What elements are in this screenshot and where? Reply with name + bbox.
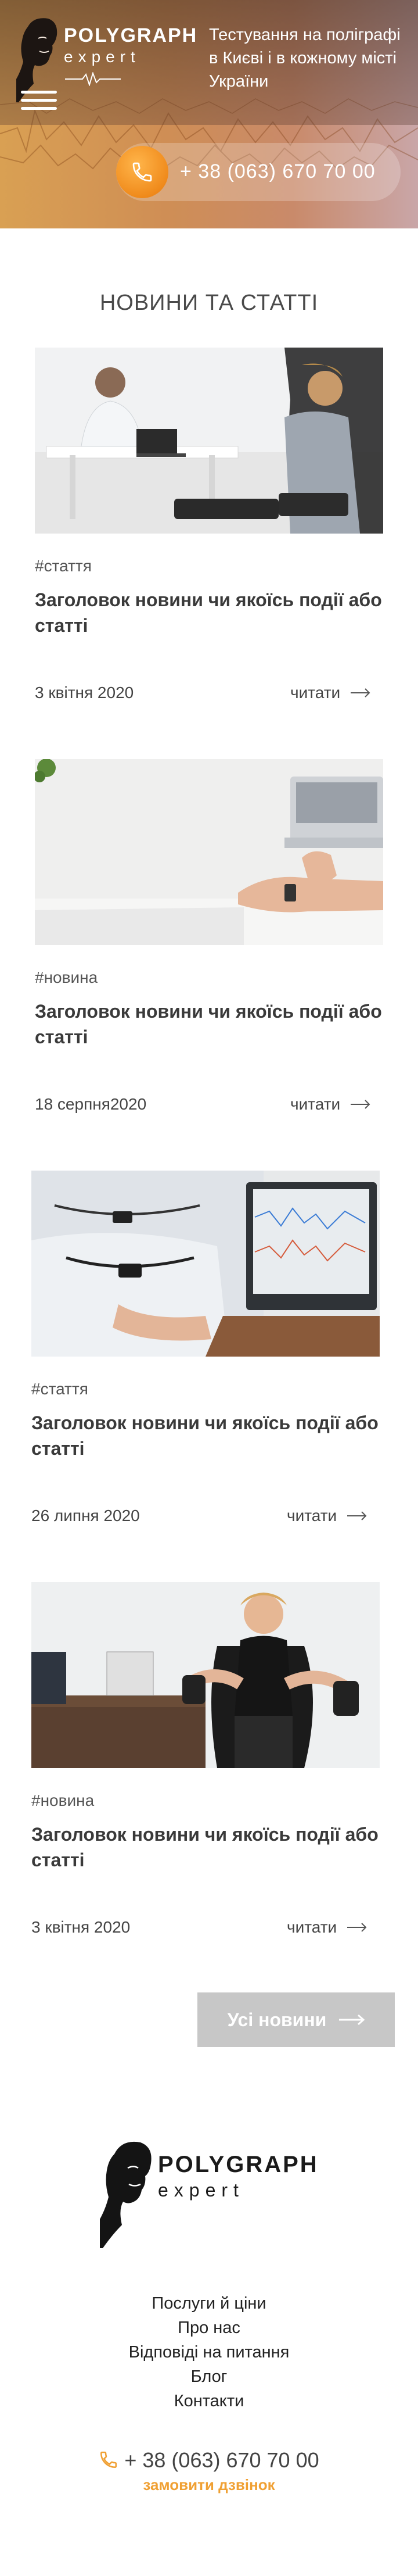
news-tag[interactable]: #новина xyxy=(31,1791,94,1810)
hand-on-desk-image xyxy=(35,759,383,945)
arrow-right-icon xyxy=(339,2014,365,2026)
read-more-link[interactable]: читати xyxy=(290,1095,370,1114)
news-title[interactable]: Заголовок новини чи якоїсь події або ста… xyxy=(35,999,383,1050)
arrow-right-icon xyxy=(351,1100,370,1109)
arrow-right-icon xyxy=(347,1923,367,1932)
footer-nav-services[interactable]: Послуги й ціни xyxy=(0,2291,418,2316)
footer-nav-about[interactable]: Про нас xyxy=(0,2316,418,2340)
callback-link[interactable]: замовити дзвінок xyxy=(0,2476,418,2494)
news-tag[interactable]: #новина xyxy=(35,968,98,987)
face-silhouette-icon xyxy=(100,2141,152,2248)
read-more-label: читати xyxy=(290,1095,341,1113)
news-card[interactable]: #новина Заголовок новини чи якоїсь події… xyxy=(35,759,395,1137)
footer-brand-sub: expert xyxy=(158,2180,244,2201)
read-more-link[interactable]: читати xyxy=(290,684,370,702)
header-tagline: Тестування на поліграфі в Києві і в кожн… xyxy=(209,26,401,91)
polygraph-session-image xyxy=(35,348,383,534)
footer-phone-link[interactable]: + 38 (063) 670 70 00 xyxy=(0,2448,418,2473)
site-header: POLYGRAPH expert Тестування на поліграфі… xyxy=(0,0,418,228)
news-date: 3 квітня 2020 xyxy=(31,1918,131,1936)
header-phone-button[interactable]: + 38 (063) 670 70 00 xyxy=(116,143,401,201)
header-logo[interactable]: POLYGRAPH expert xyxy=(16,15,202,102)
arrow-right-icon xyxy=(347,1511,367,1520)
read-more-link[interactable]: читати xyxy=(287,1918,367,1937)
news-card[interactable]: #стаття Заголовок новини чи якоїсь події… xyxy=(31,1171,391,1548)
header-brand: POLYGRAPH xyxy=(64,24,198,46)
footer-nav-blog[interactable]: Блог xyxy=(0,2364,418,2389)
face-silhouette-icon xyxy=(16,18,57,102)
woman-in-chair-image xyxy=(31,1582,380,1768)
news-title[interactable]: Заголовок новини чи якоїсь події або ста… xyxy=(31,1410,380,1461)
arrow-right-icon xyxy=(351,688,370,697)
all-news-button[interactable]: Усі новини xyxy=(197,1992,395,2047)
footer-nav: Послуги й ціни Про нас Відповіді на пита… xyxy=(0,2291,418,2413)
footer-phone-number: + 38 (063) 670 70 00 xyxy=(124,2448,319,2472)
footer-logo[interactable]: POLYGRAPH expert xyxy=(100,2138,332,2248)
burger-menu-icon[interactable] xyxy=(21,91,57,116)
phone-icon xyxy=(116,146,168,198)
pulse-line-icon xyxy=(65,72,121,86)
news-photo[interactable] xyxy=(35,348,383,534)
read-more-label: читати xyxy=(287,1507,337,1525)
read-more-link[interactable]: читати xyxy=(287,1507,367,1525)
news-card[interactable]: #новина Заголовок новини чи якоїсь події… xyxy=(31,1582,391,1960)
news-section-title: НОВИНИ ТА СТАТТІ xyxy=(99,291,319,315)
news-card[interactable]: #стаття Заголовок новини чи якоїсь події… xyxy=(35,348,395,725)
news-title[interactable]: Заголовок новини чи якоїсь події або ста… xyxy=(31,1822,380,1873)
news-title[interactable]: Заголовок новини чи якоїсь події або ста… xyxy=(35,587,383,638)
footer-nav-faq[interactable]: Відповіді на питання xyxy=(0,2340,418,2364)
news-date: 18 серпня2020 xyxy=(35,1095,147,1113)
news-tag[interactable]: #стаття xyxy=(35,557,92,575)
news-photo[interactable] xyxy=(35,759,383,945)
news-photo[interactable] xyxy=(31,1171,380,1357)
news-date: 3 квітня 2020 xyxy=(35,684,134,702)
read-more-label: читати xyxy=(287,1918,337,1936)
news-photo[interactable] xyxy=(31,1582,380,1768)
phone-icon xyxy=(100,2451,117,2468)
read-more-label: читати xyxy=(290,684,341,702)
header-brand-sub: expert xyxy=(64,48,140,66)
footer-nav-contacts[interactable]: Контакти xyxy=(0,2389,418,2413)
footer-brand: POLYGRAPH xyxy=(158,2152,319,2177)
news-tag[interactable]: #стаття xyxy=(31,1380,88,1398)
all-news-label: Усі новини xyxy=(227,2009,327,2030)
news-date: 26 липня 2020 xyxy=(31,1507,140,1525)
header-phone-number: + 38 (063) 670 70 00 xyxy=(180,160,376,183)
sensors-laptop-image xyxy=(31,1171,380,1357)
